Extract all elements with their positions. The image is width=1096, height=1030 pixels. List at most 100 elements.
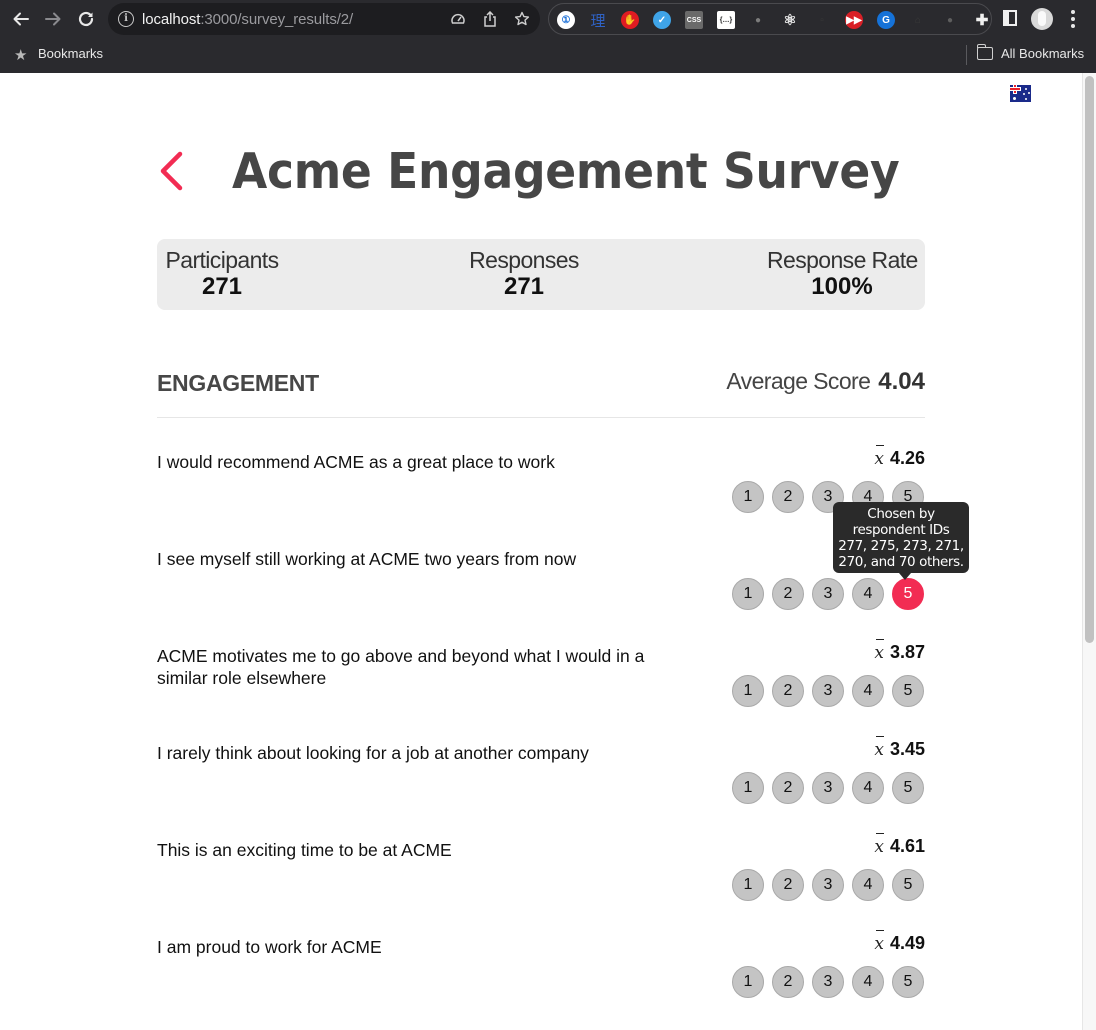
browser-menu-icon[interactable] (1070, 10, 1076, 28)
android-extension-icon[interactable]: ● (749, 11, 767, 29)
stat-label: Response Rate (767, 247, 918, 273)
tooltip-line: respondent IDs (852, 522, 950, 538)
puzzle-extensions-icon[interactable]: ✚ (973, 11, 991, 29)
stat-participants: Participants 271 (164, 247, 280, 301)
page-title: Acme Engagement Survey (232, 143, 900, 200)
australia-flag-icon[interactable] (1010, 85, 1031, 102)
performance-icon[interactable] (450, 11, 466, 27)
all-bookmarks-link[interactable]: All Bookmarks (1001, 46, 1084, 61)
react-devtools-extension-icon[interactable]: ⚛ (781, 11, 799, 29)
answer-options: 12345 (732, 578, 924, 610)
tooltip-line: Chosen by (867, 506, 935, 522)
section-divider (157, 417, 925, 418)
arrow-left-icon (13, 12, 29, 26)
forward-nav-button[interactable] (40, 6, 66, 32)
answer-option-2[interactable]: 2 (772, 966, 804, 998)
grammar-extension-icon[interactable]: G (877, 11, 895, 29)
mean-symbol-icon: x (874, 736, 884, 760)
bookmarks-star-icon: ★ (14, 47, 28, 64)
bookmarks-bar: ★ Bookmarks All Bookmarks (0, 38, 1096, 72)
question-mean: x 4.26 (874, 445, 925, 469)
mean-value: 4.26 (889, 448, 925, 468)
chevron-left-icon (160, 151, 183, 191)
question-text: I am proud to work for ACME (157, 937, 382, 957)
answer-option-2[interactable]: 2 (772, 578, 804, 610)
question-text: This is an exciting time to be at ACME (157, 840, 452, 860)
answer-option-1[interactable]: 1 (732, 772, 764, 804)
question-mean: x 4.61 (874, 833, 925, 857)
address-bar[interactable]: i localhost:3000/survey_results/2/ (108, 3, 540, 35)
answer-options: 12345 (732, 966, 924, 998)
bookmarks-separator (966, 45, 967, 65)
back-button[interactable] (158, 151, 188, 191)
scrollbar-thumb[interactable] (1085, 76, 1094, 643)
answer-option-2[interactable]: 2 (772, 772, 804, 804)
answer-option-3[interactable]: 3 (812, 869, 844, 901)
extensions-bar: ① 理 ✋ ✓ CSS {…} ● ⚛ ▫ ▶▶ G ⌂ ● ✚ (548, 3, 992, 35)
answer-option-1[interactable]: 1 (732, 966, 764, 998)
answer-option-4[interactable]: 4 (852, 869, 884, 901)
back-nav-button[interactable] (8, 6, 34, 32)
answer-option-5[interactable]: 5 (892, 772, 924, 804)
url-path: :3000/survey_results/2/ (200, 11, 354, 28)
json-viewer-extension-icon[interactable]: {…} (717, 11, 735, 29)
reload-button[interactable] (73, 6, 99, 32)
profile-avatar[interactable] (1031, 8, 1053, 30)
answer-option-4[interactable]: 4 (852, 675, 884, 707)
answer-option-5[interactable]: 5 (892, 966, 924, 998)
mean-value: 4.61 (889, 836, 925, 856)
stat-responses: Responses 271 (467, 247, 581, 301)
mean-value: 3.45 (889, 739, 925, 759)
bug-extension-icon[interactable]: ● (941, 11, 959, 29)
1password-extension-icon[interactable]: ① (557, 11, 575, 29)
answer-option-1[interactable]: 1 (732, 578, 764, 610)
hidden-extension-icon[interactable]: ▫ (813, 11, 831, 29)
question-row: I rarely think about looking for a job a… (157, 736, 925, 839)
chinese-reader-extension-icon[interactable]: 理 (589, 11, 607, 30)
answer-option-1[interactable]: 1 (732, 869, 764, 901)
answer-option-1[interactable]: 1 (732, 675, 764, 707)
respondents-tooltip: Chosen by respondent IDs 277, 275, 273, … (833, 502, 969, 580)
answer-options: 12345 (732, 675, 924, 707)
answer-option-3[interactable]: 3 (812, 675, 844, 707)
answer-option-4[interactable]: 4 (852, 772, 884, 804)
page-scrollbar[interactable] (1082, 73, 1096, 1030)
section-title: ENGAGEMENT (157, 370, 319, 396)
answer-option-4[interactable]: 4 (852, 578, 884, 610)
answer-option-2[interactable]: 2 (772, 869, 804, 901)
adblock-extension-icon[interactable]: ✋ (621, 11, 639, 29)
folder-icon[interactable] (976, 44, 993, 60)
answer-option-2[interactable]: 2 (772, 675, 804, 707)
share-icon[interactable] (482, 11, 498, 27)
answer-option-5[interactable]: 5 (892, 578, 924, 610)
tooltip-line: 270, and 70 others. (838, 554, 964, 570)
bookmarks-link[interactable]: Bookmarks (38, 46, 103, 61)
answer-option-5[interactable]: 5 (892, 675, 924, 707)
question-mean: x 3.87 (874, 639, 925, 663)
answer-option-3[interactable]: 3 (812, 966, 844, 998)
answer-option-3[interactable]: 3 (812, 772, 844, 804)
youtube-speed-extension-icon[interactable]: ▶▶ (845, 11, 863, 29)
bookmark-star-icon[interactable] (514, 11, 530, 27)
side-panel-icon[interactable] (1003, 10, 1017, 26)
vimeo-extension-icon[interactable]: ✓ (653, 11, 671, 29)
answer-option-2[interactable]: 2 (772, 481, 804, 513)
answer-option-1[interactable]: 1 (732, 481, 764, 513)
answer-option-5[interactable]: 5 (892, 869, 924, 901)
browser-chrome: i localhost:3000/survey_results/2/ ① 理 ✋ ✓ C… (0, 0, 1096, 73)
reload-icon (78, 11, 94, 27)
toolbar: i localhost:3000/survey_results/2/ ① 理 ✋ ✓ C… (0, 0, 1096, 38)
mean-value: 3.87 (889, 642, 925, 662)
stat-response-rate: Response Rate 100% (767, 247, 918, 301)
page-content: Acme Engagement Survey Participants 271 … (0, 73, 1082, 1030)
answer-option-4[interactable]: 4 (852, 966, 884, 998)
answer-option-3[interactable]: 3 (812, 578, 844, 610)
average-score-value: 4.04 (878, 368, 925, 395)
css-viewer-extension-icon[interactable]: CSS (685, 11, 703, 29)
stat-label: Responses (469, 247, 579, 273)
home-extension-icon[interactable]: ⌂ (909, 11, 927, 29)
url-text[interactable]: localhost:3000/survey_results/2/ (142, 11, 353, 28)
stat-value: 100% (811, 273, 873, 300)
site-info-icon[interactable]: i (118, 11, 134, 27)
average-score: Average Score 4.04 (726, 368, 925, 396)
